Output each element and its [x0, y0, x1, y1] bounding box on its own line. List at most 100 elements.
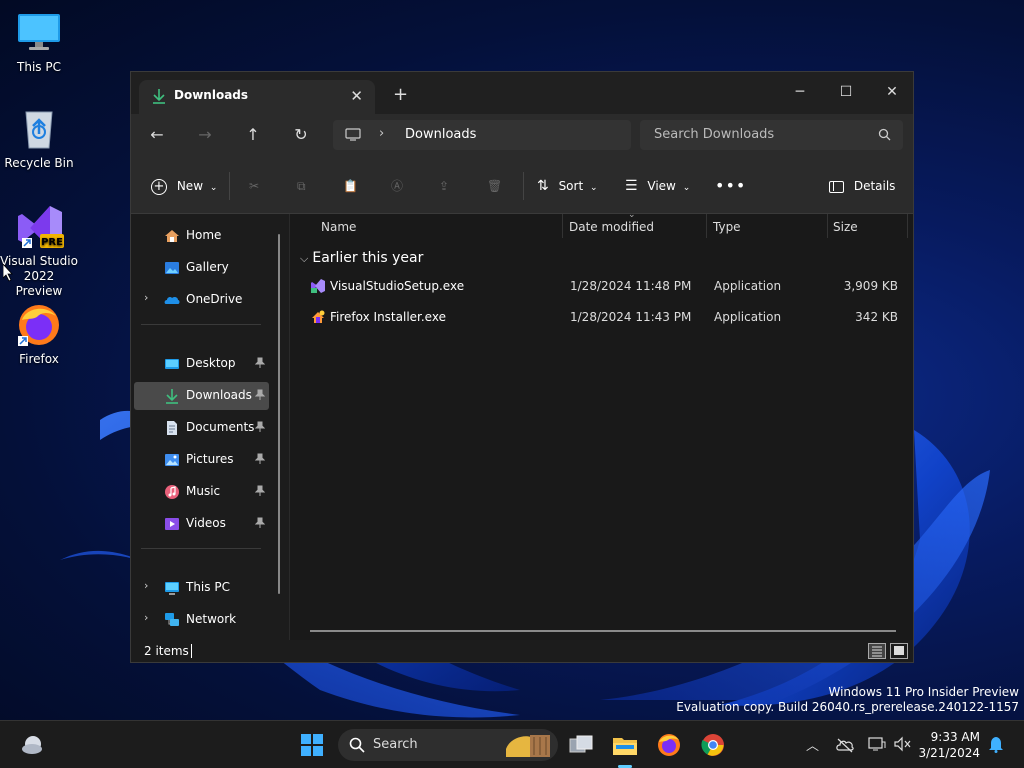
svg-text:PRE: PRE	[41, 237, 63, 248]
watermark-line: Windows 11 Pro Insider Preview	[828, 685, 1019, 699]
up-button[interactable]: ↑	[239, 123, 267, 147]
start-windows-icon[interactable]	[299, 732, 325, 758]
minimize-button[interactable]: ─	[777, 78, 823, 106]
column-header-date-modified[interactable]: Date modified	[569, 220, 654, 234]
rename-icon[interactable]: Ⓐ	[391, 176, 403, 196]
column-header-type[interactable]: Type	[713, 220, 741, 234]
documents-icon	[167, 421, 177, 435]
sidebar-item-pictures[interactable]: Pictures	[134, 446, 269, 474]
desktop-icon	[165, 359, 179, 369]
column-divider[interactable]	[562, 214, 563, 238]
more-options-icon[interactable]: •••	[715, 176, 746, 196]
view-button[interactable]: ☰ View ⌄	[625, 176, 690, 196]
sidebar-item-documents[interactable]: Documents	[134, 414, 269, 442]
taskbar-search-box[interactable]: Search	[338, 729, 558, 761]
address-bar[interactable]: › Downloads	[333, 120, 631, 150]
chevron-right-icon[interactable]: ›	[379, 126, 384, 141]
monitor-icon	[16, 10, 62, 56]
notification-bell-icon[interactable]	[988, 735, 1004, 753]
sort-button[interactable]: ⇅ Sort ⌄	[537, 176, 598, 196]
pin-icon[interactable]	[255, 485, 265, 497]
search-icon	[349, 737, 365, 753]
weather-widget-icon[interactable]	[20, 732, 46, 758]
pin-icon[interactable]	[255, 421, 265, 433]
horizontal-scrollbar[interactable]	[310, 630, 896, 632]
maximize-button[interactable]: ☐	[823, 78, 869, 106]
share-icon[interactable]: ⇪	[439, 176, 449, 196]
sidebar-item-onedrive[interactable]: › OneDrive	[134, 286, 269, 314]
new-tab-button[interactable]: +	[393, 84, 408, 105]
back-button[interactable]: ←	[143, 123, 171, 147]
title-bar: Downloads ✕ + ─ ☐ ✕	[131, 72, 913, 114]
navigation-pane: Home Gallery › OneDrive Desktop Download…	[131, 214, 289, 640]
network-status-icon[interactable]	[868, 736, 886, 752]
column-header-size[interactable]: Size	[833, 220, 858, 234]
pictures-icon	[165, 454, 179, 466]
status-bar: 2 items	[131, 640, 913, 662]
tab-close-icon[interactable]: ✕	[350, 87, 363, 105]
group-label: Earlier this year	[312, 250, 424, 266]
search-box[interactable]: Search Downloads	[640, 120, 903, 150]
desktop-icon-firefox[interactable]: Firefox	[0, 302, 78, 367]
refresh-button[interactable]: ↻	[287, 123, 315, 147]
column-divider[interactable]	[907, 214, 908, 238]
sidebar-item-videos[interactable]: Videos	[134, 510, 269, 538]
firefox-taskbar-icon[interactable]	[656, 732, 682, 758]
details-view-icon[interactable]	[868, 643, 886, 659]
pin-icon[interactable]	[255, 389, 265, 401]
pin-icon[interactable]	[255, 517, 265, 529]
file-name: VisualStudioSetup.exe	[330, 279, 465, 293]
file-row[interactable]: Firefox Installer.exe 1/28/2024 11:43 PM…	[290, 303, 910, 331]
tiles-view-icon[interactable]	[890, 643, 908, 659]
volume-muted-icon[interactable]	[893, 736, 911, 752]
chevron-right-icon[interactable]: ›	[144, 291, 148, 304]
sidebar-item-music[interactable]: Music	[134, 478, 269, 506]
sidebar-item-home[interactable]: Home	[134, 222, 269, 250]
new-button[interactable]: + New ⌄	[151, 176, 217, 196]
onedrive-offline-icon[interactable]	[836, 737, 854, 753]
breadcrumb-downloads[interactable]: Downloads	[405, 127, 476, 142]
sidebar-divider	[141, 324, 261, 325]
column-header-name[interactable]: Name	[321, 220, 356, 234]
evaluation-watermark: Windows 11 Pro Insider Preview Evaluatio…	[676, 685, 1019, 715]
clock-date: 3/21/2024	[918, 746, 980, 760]
show-hidden-icons-chevron-icon[interactable]: ︿	[806, 735, 819, 754]
group-header[interactable]: ⌵ Earlier this year	[300, 250, 423, 266]
delete-icon[interactable]: 🗑	[487, 176, 502, 196]
search-icon	[878, 128, 891, 141]
sidebar-item-label: Gallery	[186, 260, 229, 274]
pin-icon[interactable]	[255, 357, 265, 369]
sidebar-item-network[interactable]: › Network	[134, 606, 269, 634]
sidebar-item-label: Downloads	[186, 388, 252, 402]
desktop-icon-visual-studio[interactable]: PRE Visual Studio 2022 Preview	[0, 204, 78, 299]
paste-icon[interactable]: 📋	[343, 176, 358, 196]
chevron-right-icon[interactable]: ›	[144, 579, 148, 592]
sidebar-item-this-pc[interactable]: › This PC	[134, 574, 269, 602]
details-pane-button[interactable]: Details	[829, 176, 895, 196]
chrome-taskbar-icon[interactable]	[700, 732, 726, 758]
taskbar: Search ︿ 9:33 AM 3/21/2024	[0, 720, 1024, 768]
task-view-icon[interactable]	[568, 732, 594, 758]
videos-icon	[165, 518, 179, 530]
system-clock[interactable]: 9:33 AM 3/21/2024	[918, 729, 980, 761]
column-divider[interactable]	[827, 214, 828, 238]
forward-button[interactable]: →	[191, 123, 219, 147]
file-explorer-taskbar-icon[interactable]	[612, 732, 638, 758]
tab-title: Downloads	[174, 88, 249, 102]
column-divider[interactable]	[706, 214, 707, 238]
sidebar-item-downloads[interactable]: Downloads	[134, 382, 269, 410]
desktop-icon-recycle-bin[interactable]: Recycle Bin	[0, 106, 78, 171]
desktop-icon-this-pc[interactable]: This PC	[0, 10, 78, 75]
pin-icon[interactable]	[255, 453, 265, 465]
tab-downloads[interactable]: Downloads ✕	[139, 80, 375, 114]
sidebar-item-gallery[interactable]: Gallery	[134, 254, 269, 282]
sidebar-item-desktop[interactable]: Desktop	[134, 350, 269, 378]
copy-icon[interactable]: ⧉	[297, 176, 306, 196]
close-window-button[interactable]: ✕	[869, 78, 915, 106]
chevron-right-icon[interactable]: ›	[144, 611, 148, 624]
file-type: Application	[714, 310, 782, 324]
sidebar-scrollbar[interactable]	[278, 234, 280, 594]
cut-icon[interactable]: ✂	[249, 176, 259, 196]
view-button-label: View	[647, 179, 676, 193]
file-row[interactable]: VisualStudioSetup.exe 1/28/2024 11:48 PM…	[290, 272, 910, 300]
